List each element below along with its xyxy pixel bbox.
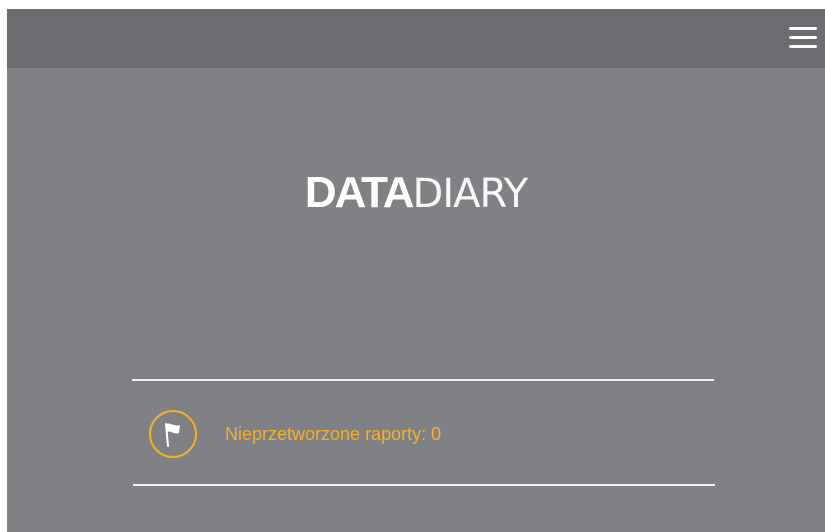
divider [133, 484, 715, 486]
logo-text-bold: DATA [304, 168, 415, 217]
app-logo: DATADIARY [7, 167, 825, 220]
menu-line [789, 45, 817, 48]
unprocessed-reports-label: Nieprzetworzone raporty: 0 [225, 423, 442, 444]
flag-icon [149, 410, 197, 458]
unprocessed-reports-item[interactable]: Nieprzetworzone raporty: 0 [149, 406, 441, 462]
app-screen: DATADIARY Nieprzetworzone raporty: 0 [7, 9, 825, 532]
divider [132, 379, 714, 381]
menu-line [789, 27, 817, 30]
top-bar [7, 9, 825, 68]
menu-line [789, 36, 817, 39]
logo-text-light: DIARY [412, 171, 529, 217]
hamburger-menu-icon[interactable] [789, 25, 817, 51]
